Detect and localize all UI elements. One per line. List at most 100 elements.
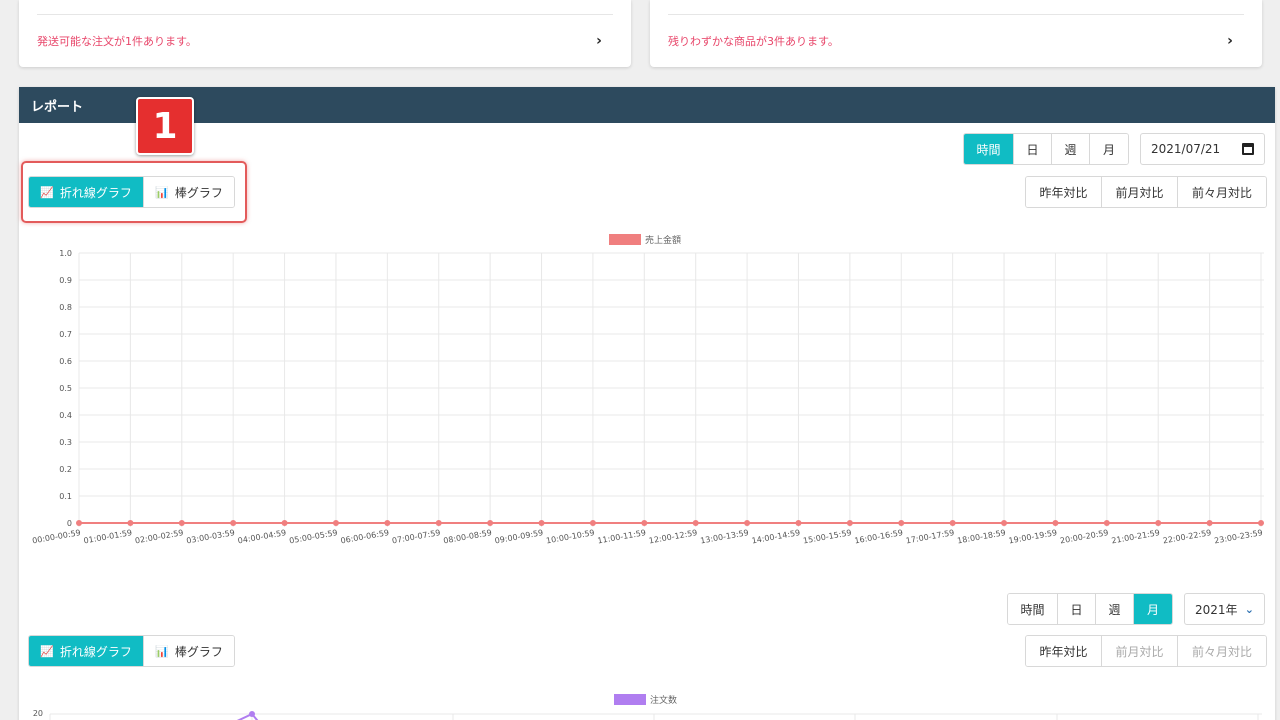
data-point <box>178 520 185 526</box>
x-tick-label: 11:00-11:59 <box>597 528 647 545</box>
x-tick-label: 13:00-13:59 <box>700 528 750 545</box>
shipping-notice-text: 発送可能な注文が1件あります。 <box>37 35 197 48</box>
bar-chart-button[interactable]: 📊 棒グラフ <box>144 636 234 666</box>
chart-legend: 注文数 <box>614 694 677 706</box>
x-tick-label: 21:00-21:59 <box>1111 528 1161 545</box>
data-point <box>692 520 699 526</box>
y-tick-label: 0.6 <box>59 357 72 366</box>
tab-hour[interactable]: 時間 <box>1008 594 1058 624</box>
low-stock-notice-card: 残りわずかな商品が3件あります。 › <box>650 0 1262 67</box>
x-tick-label: 23:00-23:59 <box>1214 528 1264 545</box>
data-point <box>435 520 442 526</box>
bar-chart-icon: 📊 <box>155 644 169 658</box>
data-point <box>795 520 802 526</box>
compare-two-months-button[interactable]: 前々月対比 <box>1178 636 1266 666</box>
report-title: レポート <box>31 99 84 115</box>
compare-last-month-button[interactable]: 前月対比 <box>1102 636 1178 666</box>
legend-swatch <box>614 694 646 705</box>
x-tick-label: 19:00-19:59 <box>1008 528 1058 545</box>
tab-hour[interactable]: 時間 <box>964 134 1014 164</box>
data-point <box>898 520 905 526</box>
x-tick-label: 00:00-00:59 <box>32 528 82 545</box>
compare-tabs-top: 昨年対比 前月対比 前々月対比 <box>1025 176 1267 208</box>
y-tick-label: 0.3 <box>59 438 72 447</box>
data-point <box>1001 520 1008 526</box>
x-tick-label: 15:00-15:59 <box>802 528 852 545</box>
y-tick-label: 20 <box>33 709 43 718</box>
chart-legend: 売上金額 <box>609 234 681 246</box>
tab-week[interactable]: 週 <box>1096 594 1134 624</box>
x-tick-label: 09:00-09:59 <box>494 528 544 545</box>
period-tabs-bottom: 時間 日 週 月 <box>1007 593 1173 625</box>
tab-week[interactable]: 週 <box>1052 134 1090 164</box>
data-point <box>744 520 751 526</box>
date-value: 2021/07/21 <box>1151 142 1221 156</box>
tab-day[interactable]: 日 <box>1014 134 1052 164</box>
highlight-box <box>21 161 247 223</box>
tab-month[interactable]: 月 <box>1134 594 1172 624</box>
legend-label: 売上金額 <box>645 234 681 246</box>
y-tick-label: 1.0 <box>59 249 72 258</box>
compare-last-month-button[interactable]: 前月対比 <box>1102 177 1178 207</box>
tab-day[interactable]: 日 <box>1058 594 1096 624</box>
shipping-notice-link[interactable]: 発送可能な注文が1件あります。 › <box>37 28 613 54</box>
year-select[interactable]: 2021年 ⌄ <box>1184 593 1265 625</box>
data-point <box>281 520 288 526</box>
x-tick-label: 08:00-08:59 <box>443 528 493 545</box>
data-point <box>538 520 545 526</box>
report-header: レポート <box>19 87 1275 123</box>
bar-chart-label: 棒グラフ <box>174 644 223 659</box>
legend-swatch <box>609 234 641 245</box>
line-chart-label: 折れ線グラフ <box>59 644 132 659</box>
data-point <box>1103 520 1110 526</box>
x-tick-label: 02:00-02:59 <box>134 528 184 545</box>
sales-chart: 売上金額 0 0.1 0.2 0.3 0.4 0.5 0.6 0.7 0.8 0.9 1.0 00:00… <box>32 234 1264 545</box>
x-tick-label: 10:00-10:59 <box>545 528 595 545</box>
x-tick-label: 05:00-05:59 <box>288 528 338 545</box>
compare-last-year-button[interactable]: 昨年対比 <box>1026 636 1102 666</box>
calendar-icon[interactable] <box>1242 143 1254 155</box>
card-divider <box>37 14 613 15</box>
x-tick-label: 04:00-04:59 <box>237 528 287 545</box>
low-stock-notice-link[interactable]: 残りわずかな商品が3件あります。 › <box>668 28 1244 54</box>
data-point <box>230 520 237 526</box>
y-tick-label: 0.9 <box>59 276 72 285</box>
x-tick-label: 20:00-20:59 <box>1059 528 1109 545</box>
year-value: 2021年 <box>1195 602 1238 617</box>
y-tick-label: 0.5 <box>59 384 72 393</box>
data-point <box>949 520 956 526</box>
x-tick-label: 17:00-17:59 <box>905 528 955 545</box>
x-tick-label: 14:00-14:59 <box>751 528 801 545</box>
y-tick-label: 0 <box>67 519 72 528</box>
data-point <box>1206 520 1213 526</box>
x-tick-label: 01:00-01:59 <box>83 528 133 545</box>
low-stock-notice-text: 残りわずかな商品が3件あります。 <box>668 35 839 48</box>
shipping-notice-card: 発送可能な注文が1件あります。 › <box>19 0 631 67</box>
card-divider <box>668 14 1244 15</box>
chevron-right-icon: › <box>596 33 602 49</box>
data-point <box>589 520 596 526</box>
x-tick-label: 22:00-22:59 <box>1162 528 1212 545</box>
tab-month[interactable]: 月 <box>1090 134 1128 164</box>
data-point <box>249 711 255 717</box>
data-point <box>846 520 853 526</box>
x-tick-label: 12:00-12:59 <box>648 528 698 545</box>
chevron-down-icon: ⌄ <box>1244 602 1254 616</box>
data-point <box>1258 520 1264 526</box>
line-chart-button[interactable]: 📈 折れ線グラフ <box>29 636 144 666</box>
y-tick-label: 0.7 <box>59 330 72 339</box>
date-picker-input[interactable]: 2021/07/21 <box>1140 133 1265 165</box>
x-tick-label: 07:00-07:59 <box>391 528 441 545</box>
compare-two-months-button[interactable]: 前々月対比 <box>1178 177 1266 207</box>
data-point <box>487 520 494 526</box>
compare-tabs-bottom: 昨年対比 前月対比 前々月対比 <box>1025 635 1267 667</box>
x-tick-label: 06:00-06:59 <box>340 528 390 545</box>
y-tick-label: 0.8 <box>59 303 72 312</box>
data-point <box>641 520 648 526</box>
x-tick-label: 18:00-18:59 <box>957 528 1007 545</box>
data-point <box>1155 520 1162 526</box>
data-point <box>332 520 339 526</box>
compare-last-year-button[interactable]: 昨年対比 <box>1026 177 1102 207</box>
legend-label: 注文数 <box>650 694 677 706</box>
data-point <box>384 520 391 526</box>
